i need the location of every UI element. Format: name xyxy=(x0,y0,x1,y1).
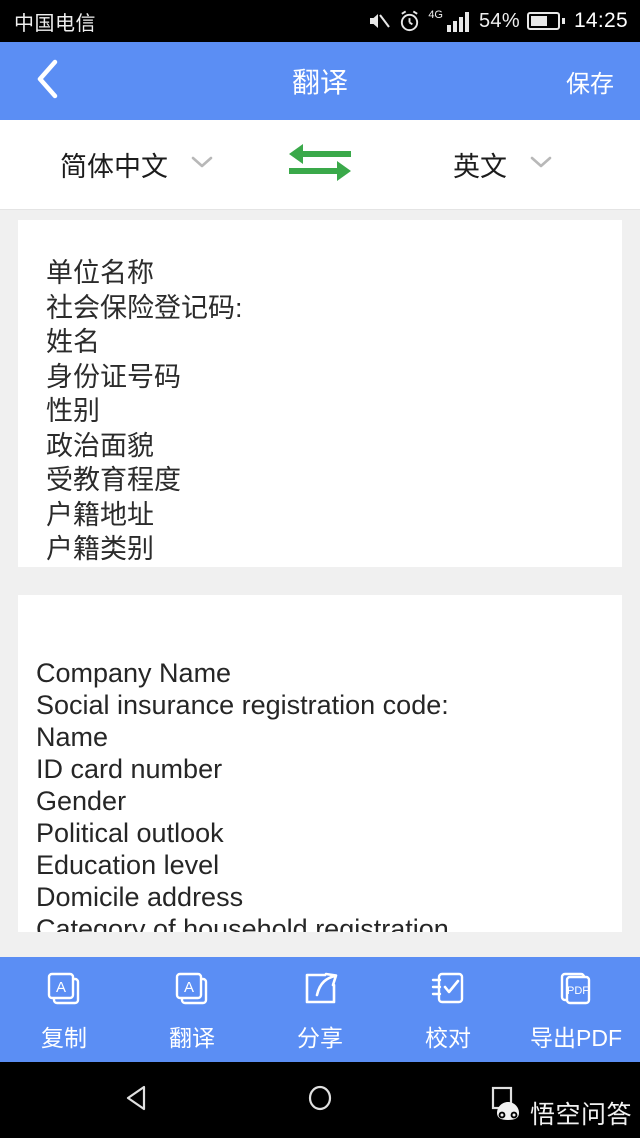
copy-button[interactable]: A 复制 xyxy=(0,966,128,1053)
source-language-selector[interactable]: 简体中文 xyxy=(0,145,274,184)
export-pdf-button[interactable]: PDF 导出PDF xyxy=(512,966,640,1053)
alarm-clock-icon xyxy=(398,10,421,33)
tool-label: 导出PDF xyxy=(530,1025,622,1051)
status-bar: 中国电信 4G 54% 14:25 xyxy=(0,0,640,42)
bottom-toolbar: A 复制 A 翻译 分享 校对 PDF 导出PDF xyxy=(0,957,640,1062)
wukong-logo-icon xyxy=(493,1100,523,1127)
svg-text:A: A xyxy=(184,979,194,996)
swap-languages-button[interactable] xyxy=(274,141,366,188)
nav-back-button[interactable] xyxy=(112,1074,164,1126)
translation-line: Category of household registration xyxy=(36,913,449,932)
svg-text:PDF: PDF xyxy=(567,985,589,997)
tool-label: 分享 xyxy=(297,1025,343,1051)
source-text-card[interactable]: 单位名称 社会保险登记码: 姓名 身份证号码 性别 政治面貌 受教育程度 户籍地… xyxy=(18,220,622,567)
translation-line: Social insurance registration code: xyxy=(36,689,449,720)
nav-home-button[interactable] xyxy=(294,1074,346,1126)
export-pdf-icon: PDF xyxy=(554,966,598,1010)
translate-pages-a-icon: A xyxy=(170,966,214,1010)
content-bottom-padding xyxy=(18,932,622,958)
circle-home-icon xyxy=(305,1083,335,1118)
watermark-text: 悟空问答 xyxy=(529,1101,632,1129)
source-line: 户籍地址 xyxy=(46,499,154,530)
status-icons-group: 4G 54% 14:25 xyxy=(367,9,628,33)
battery-icon xyxy=(526,11,565,31)
source-line: 户籍类别 xyxy=(46,534,154,564)
chevron-down-icon xyxy=(190,155,214,174)
proofread-button[interactable]: 校对 xyxy=(384,966,512,1053)
translation-line: Company Name xyxy=(36,657,232,688)
content-area: 单位名称 社会保险登记码: 姓名 身份证号码 性别 政治面貌 受教育程度 户籍地… xyxy=(0,210,640,957)
carrier-label: 中国电信 xyxy=(14,12,96,35)
copy-pages-a-icon: A xyxy=(42,966,86,1010)
phone-screen: 中国电信 4G 54% 14:25 翻译 保存 简体中文 英文 单位名称 社会保… xyxy=(0,0,640,1138)
tool-label: 校对 xyxy=(425,1025,471,1051)
chevron-down-icon xyxy=(529,155,553,174)
source-language-label: 简体中文 xyxy=(60,152,168,182)
swap-horizontal-arrows-icon xyxy=(287,141,353,188)
app-header: 翻译 保存 xyxy=(0,42,640,120)
source-line: 身份证号码 xyxy=(46,361,181,392)
translation-line: Education level xyxy=(36,849,220,880)
tool-label: 复制 xyxy=(41,1025,87,1051)
translation-line: Domicile address xyxy=(36,881,244,912)
proofread-checklist-icon xyxy=(426,966,470,1010)
source-line: 受教育程度 xyxy=(46,465,181,495)
android-nav-bar: 悟空问答 xyxy=(0,1062,640,1138)
tool-label: 翻译 xyxy=(169,1025,215,1051)
source-line: 社会保险登记码: xyxy=(46,292,243,323)
save-button[interactable]: 保存 xyxy=(566,64,614,99)
share-button[interactable]: 分享 xyxy=(256,966,384,1053)
translation-line: Gender xyxy=(36,785,127,816)
translation-line: ID card number xyxy=(36,753,223,784)
source-line: 政治面貌 xyxy=(46,430,154,461)
source-line: 姓名 xyxy=(46,327,100,357)
source-line: 性别 xyxy=(46,396,100,426)
translate-button[interactable]: A 翻译 xyxy=(128,966,256,1053)
svg-text:A: A xyxy=(56,979,66,996)
clock-label: 14:25 xyxy=(573,9,628,32)
language-selector-bar: 简体中文 英文 xyxy=(0,120,640,210)
card-divider-gap xyxy=(18,567,622,595)
source-line: 单位名称 xyxy=(46,258,154,288)
translation-line: Name xyxy=(36,721,109,752)
translation-line: Political outlook xyxy=(36,817,224,848)
mute-icon xyxy=(367,10,391,32)
chevron-left-icon xyxy=(35,58,61,105)
target-language-label: 英文 xyxy=(453,152,507,182)
page-title: 翻译 xyxy=(291,67,348,98)
target-language-selector[interactable]: 英文 xyxy=(366,145,640,184)
share-arrow-icon xyxy=(298,966,342,1010)
triangle-back-icon xyxy=(123,1083,153,1118)
battery-percent-label: 54% xyxy=(479,9,520,32)
signal-bars-icon xyxy=(446,10,472,32)
watermark: 悟空问答 xyxy=(493,1095,632,1131)
translation-text-card[interactable]: Company Name Social insurance registrati… xyxy=(18,594,622,932)
network-type-label: 4G xyxy=(428,8,443,21)
back-button[interactable] xyxy=(26,59,70,103)
